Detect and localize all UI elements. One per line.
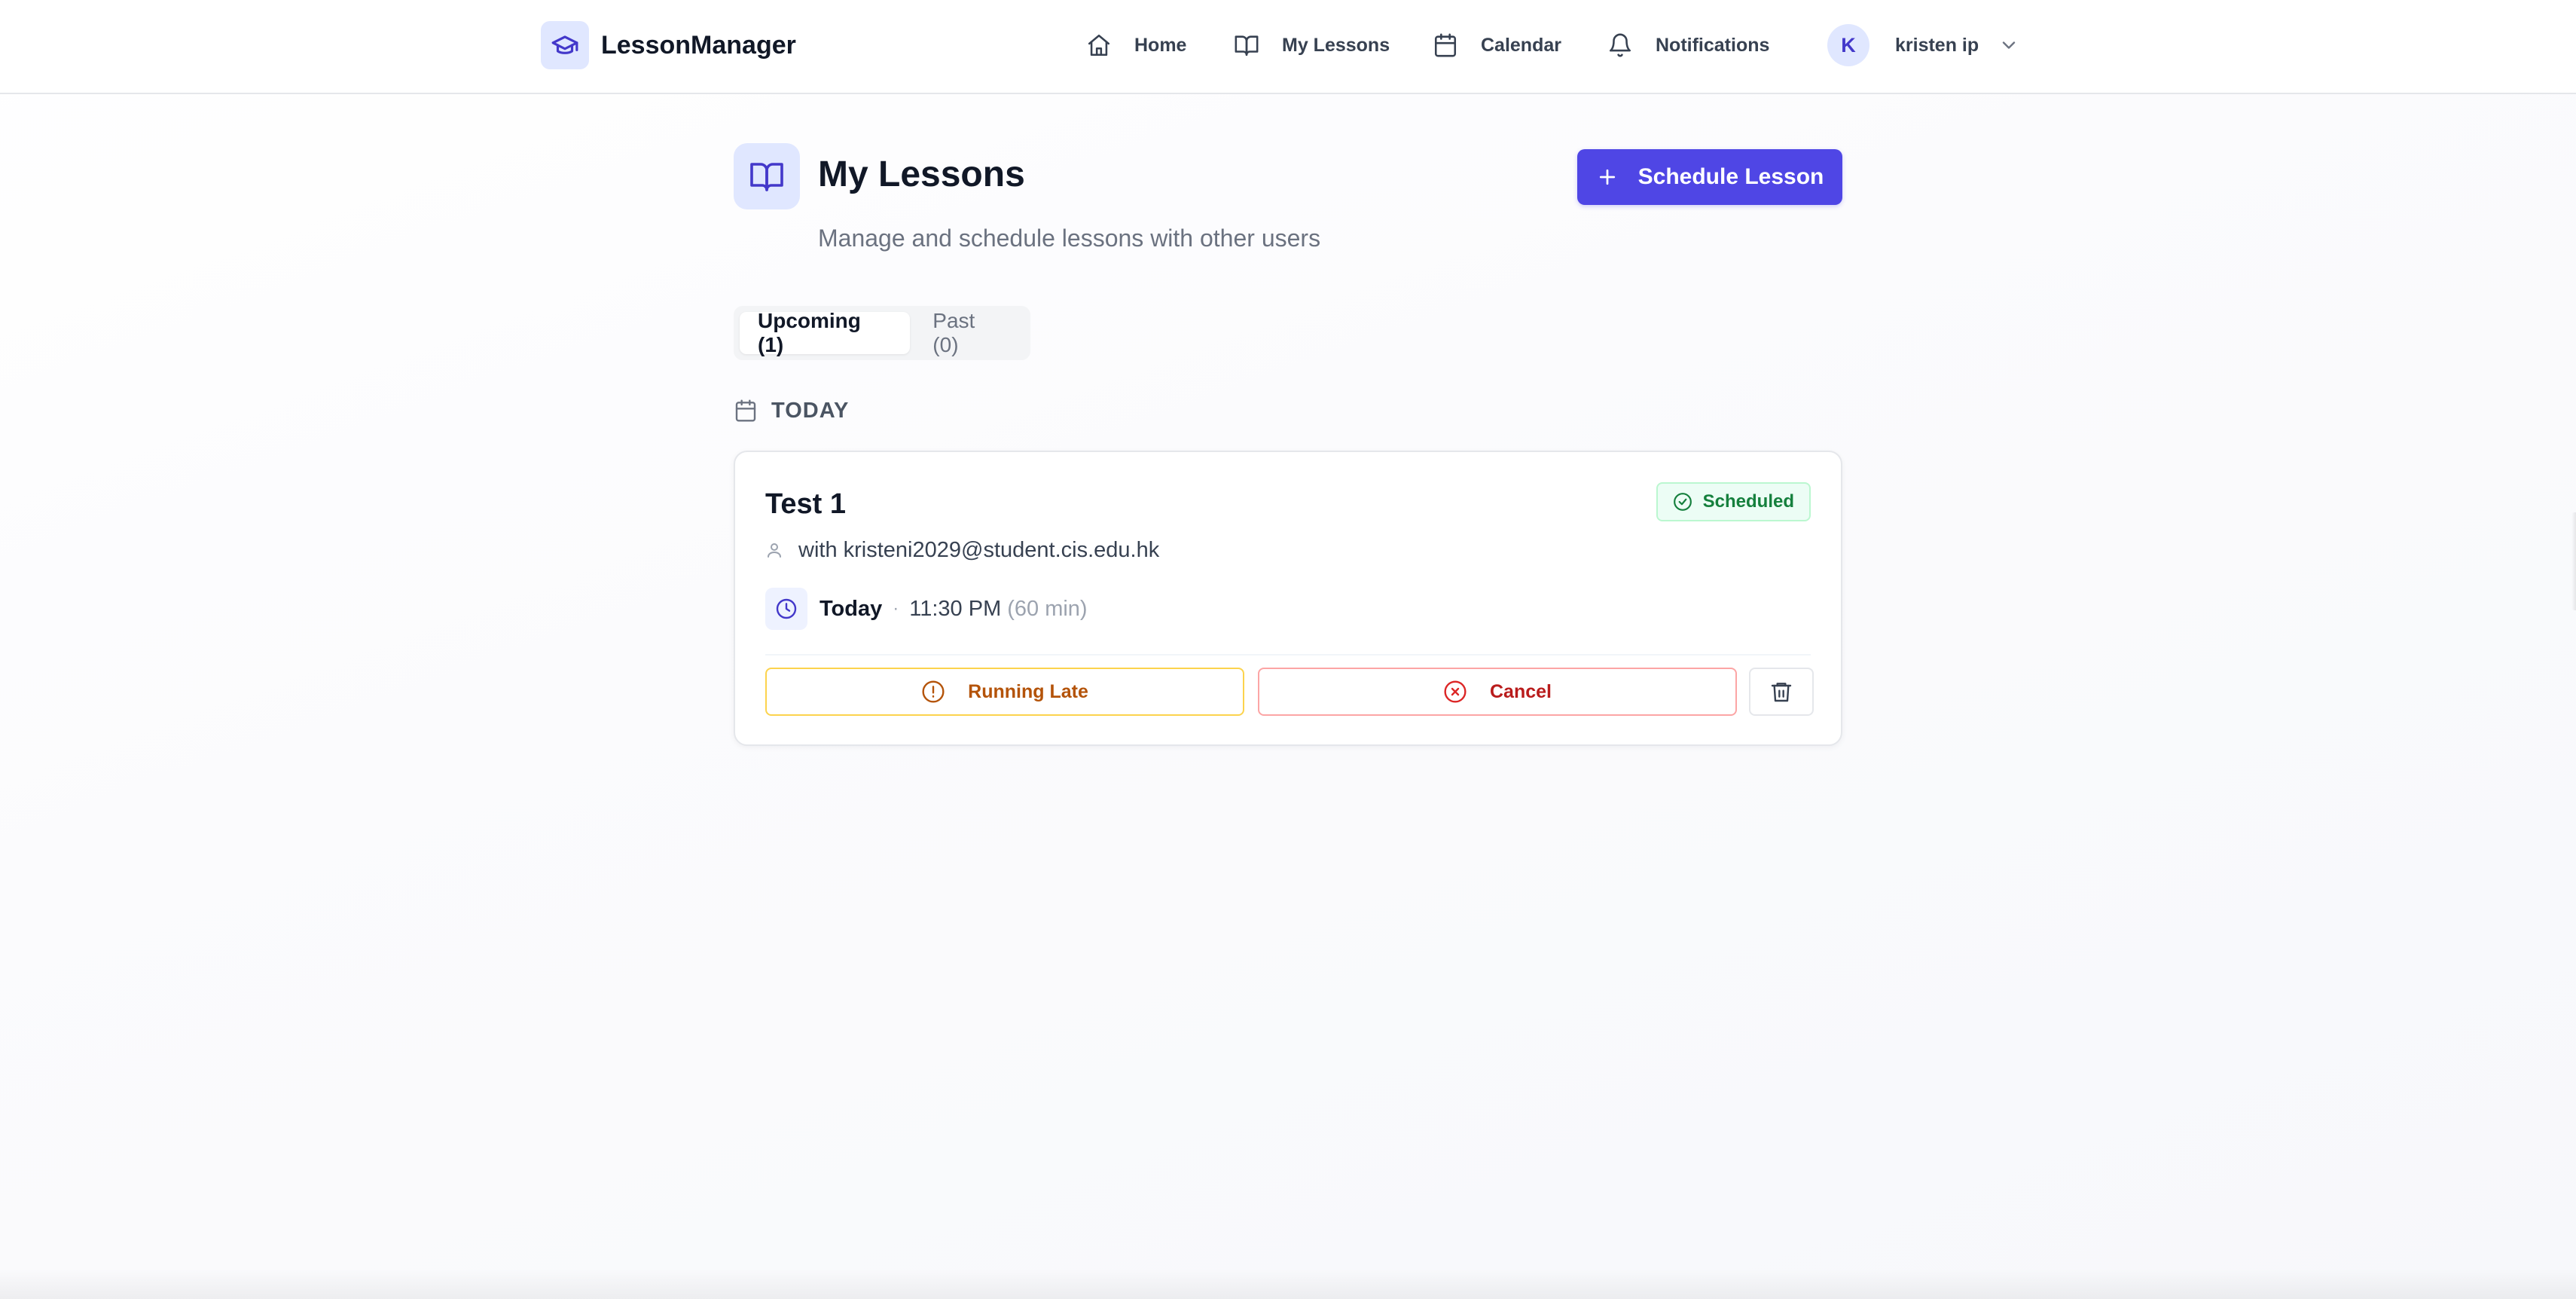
lesson-start-time: 11:30 PM xyxy=(909,596,1002,621)
nav-item-my-lessons[interactable]: My Lessons xyxy=(1234,21,1390,69)
calendar-icon xyxy=(1434,33,1457,57)
home-icon xyxy=(1088,34,1110,57)
participant-text: with kristeni2029@student.cis.edu.hk xyxy=(798,537,1160,562)
chevron-down-icon[interactable] xyxy=(1998,35,2019,56)
lesson-participant: with kristeni2029@student.cis.edu.hk xyxy=(765,535,1159,565)
plus-icon xyxy=(1599,169,1615,185)
time-separator: · xyxy=(893,598,899,619)
cancel-label: Cancel xyxy=(1490,680,1552,702)
schedule-lesson-label: Schedule Lesson xyxy=(1637,164,1824,189)
tab-upcoming[interactable]: Upcoming (1) xyxy=(740,309,911,356)
nav-item-home[interactable]: Home xyxy=(1086,21,1186,69)
clock-icon xyxy=(765,588,807,630)
nav-item-label: Notifications xyxy=(1656,34,1770,56)
status-label: Scheduled xyxy=(1702,491,1794,512)
page-subtitle: Manage and schedule lessons with other u… xyxy=(818,225,1321,252)
nav-item-label: Home xyxy=(1134,34,1187,56)
lesson-time: Today · 11:30 PM (60 min) xyxy=(765,588,1088,630)
lesson-day: Today xyxy=(819,596,883,621)
nav-item-notifications[interactable]: Notifications xyxy=(1607,21,1769,69)
brand[interactable]: LessonManager xyxy=(541,21,796,69)
book-open-icon xyxy=(734,143,800,209)
nav-item-label: Calendar xyxy=(1481,34,1561,56)
section-heading-today: TODAY xyxy=(734,398,849,423)
bell-icon xyxy=(1609,33,1631,57)
lesson-tabs: Upcoming (1) Past (0) xyxy=(734,306,1030,360)
nav-item-calendar[interactable]: Calendar xyxy=(1433,21,1561,69)
trash-icon xyxy=(1771,683,1792,702)
user-icon xyxy=(768,543,781,558)
alert-circle-icon xyxy=(922,680,945,703)
user-menu[interactable]: K kristen ip xyxy=(1827,24,2019,66)
lesson-duration: (60 min) xyxy=(1007,596,1088,621)
brand-name: LessonManager xyxy=(601,30,796,60)
cancel-lesson-button[interactable]: Cancel xyxy=(1258,668,1737,716)
top-nav-bar: LessonManager Home My Lessons Calendar N… xyxy=(0,0,2576,94)
avatar: K xyxy=(1827,24,1869,66)
lesson-card: Test 1 Scheduled with kristeni2029@stude… xyxy=(734,451,1842,746)
x-circle-icon xyxy=(1444,680,1467,703)
book-icon xyxy=(1235,35,1259,57)
schedule-lesson-button[interactable]: Schedule Lesson xyxy=(1577,149,1842,205)
delete-lesson-button[interactable] xyxy=(1749,668,1814,716)
status-badge: Scheduled xyxy=(1656,482,1811,521)
running-late-label: Running Late xyxy=(968,680,1088,702)
page-title: My Lessons xyxy=(818,154,1025,194)
nav-item-label: My Lessons xyxy=(1282,34,1390,56)
check-circle-icon xyxy=(1673,493,1692,511)
lesson-title: Test 1 xyxy=(765,488,847,520)
running-late-button[interactable]: Running Late xyxy=(765,668,1244,716)
tab-past[interactable]: Past (0) xyxy=(914,309,1024,356)
section-label: TODAY xyxy=(771,398,850,423)
graduation-cap-icon xyxy=(541,21,589,69)
divider xyxy=(765,654,1811,656)
calendar-icon xyxy=(735,399,756,422)
scroll-edge xyxy=(2571,512,2576,610)
user-name: kristen ip xyxy=(1895,34,1979,56)
bottom-shadow xyxy=(0,1269,2576,1299)
